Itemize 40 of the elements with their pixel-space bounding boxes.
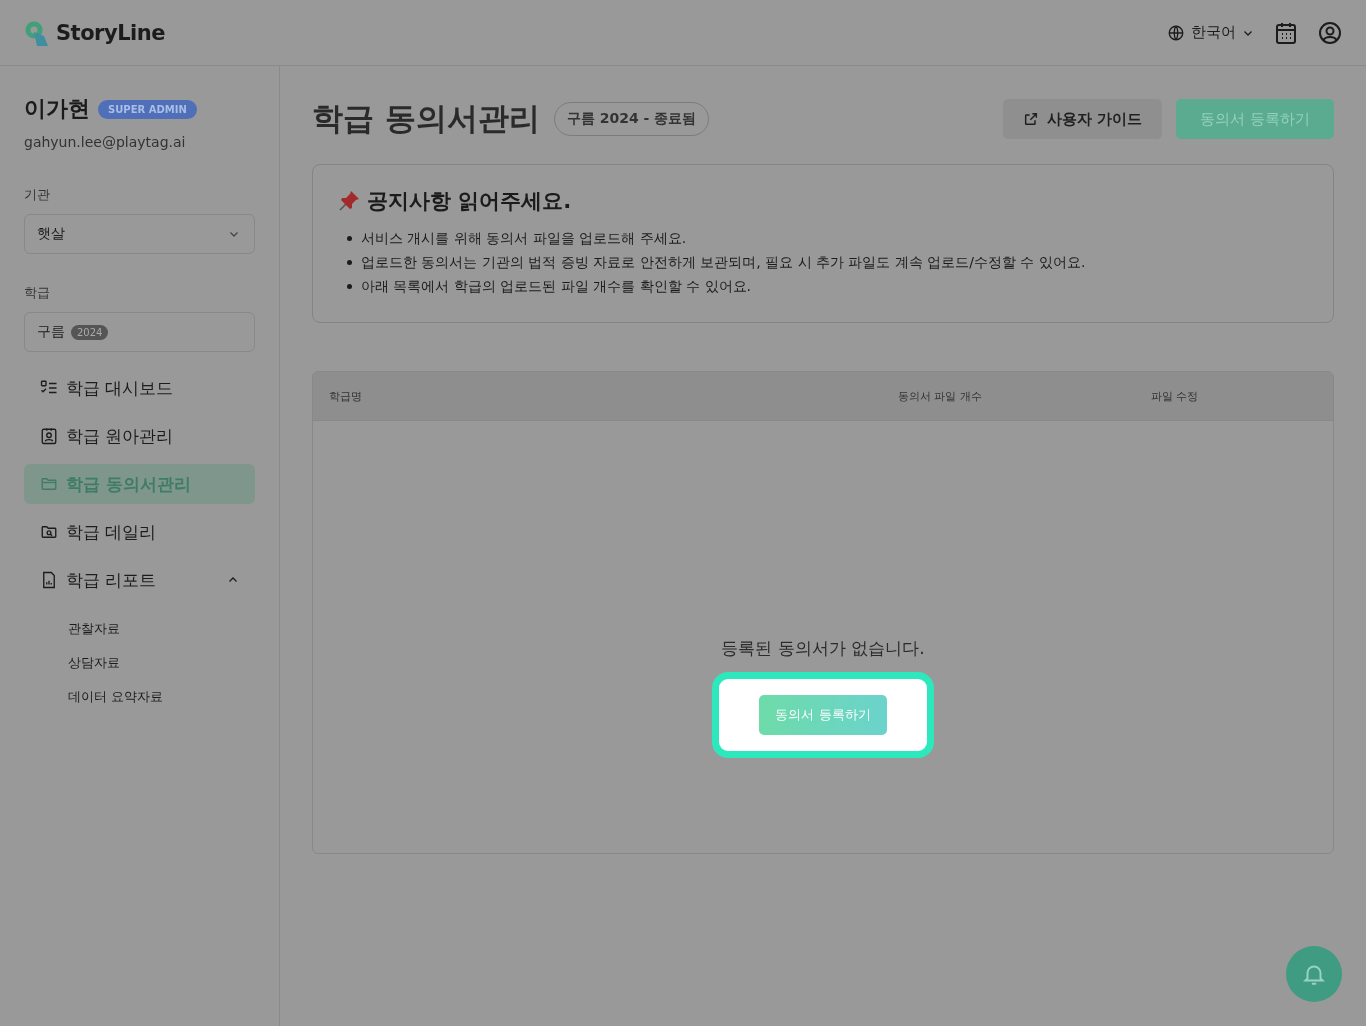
empty-message: 등록된 동의서가 없습니다. [721,636,925,660]
field-label: 기관 [24,186,51,204]
id-card-icon [40,427,58,445]
user-email: gahyun.lee@playtag.ai [24,134,187,150]
nav-subitem[interactable]: 관찰자료 [24,616,255,642]
folder-icon [40,475,58,493]
nav-subitem[interactable]: 상담자료 [24,650,255,676]
calendar-button[interactable] [1274,20,1298,45]
folder-search-icon [40,523,58,541]
role-badge: SUPER ADMIN [98,99,197,119]
globe-icon [1167,23,1185,42]
account-button[interactable] [1318,20,1342,45]
bullet-icon [347,236,352,241]
bullet-icon [347,284,352,289]
language-selector[interactable]: 한국어 [1167,23,1254,42]
user-name: 이가현 [24,95,90,123]
notice-title: 공지사항 읽어주세요. [367,188,572,215]
user-guide-button[interactable]: 사용자 가이드 [1003,99,1163,139]
page-title: 학급 동의서관리 [312,99,540,138]
nav-item[interactable]: 학급 원아관리 [24,416,255,456]
logo-text: StoryLine [56,20,165,45]
class-name: 구름 [37,323,65,341]
nav-item[interactable]: 학급 데일리 [24,512,255,552]
nav-item[interactable]: 학급 대시보드 [24,368,255,408]
pushpin-icon [337,189,361,213]
column-header: 학급명 [329,388,363,404]
field-label: 학급 [24,284,51,302]
select-field[interactable]: 햇살 [24,214,255,254]
column-header: 파일 수정 [1151,388,1200,404]
notice-item: 업로드한 동의서는 기관의 법적 증빙 자료로 안전하게 보관되며, 필요 시 추가 파일도 계속 업로드/수정할 수 있어요. [361,253,1086,272]
notice-item: 아래 목록에서 학급의 업로드된 파일 개수를 확인할 수 있어요. [361,277,752,296]
logo-icon [24,19,50,46]
external-link-icon [1023,111,1039,127]
nav-item[interactable]: 학급 리포트 [24,560,255,600]
nav-subitem[interactable]: 데이터 요약자료 [24,684,255,710]
column-header: 동의서 파일 개수 [898,388,983,404]
year-tag: 2024 [71,324,109,340]
report-icon [40,571,58,589]
notice-item: 서비스 개시를 위해 동의서 파일을 업로드해 주세요. [361,229,687,248]
bullet-icon [347,260,352,265]
